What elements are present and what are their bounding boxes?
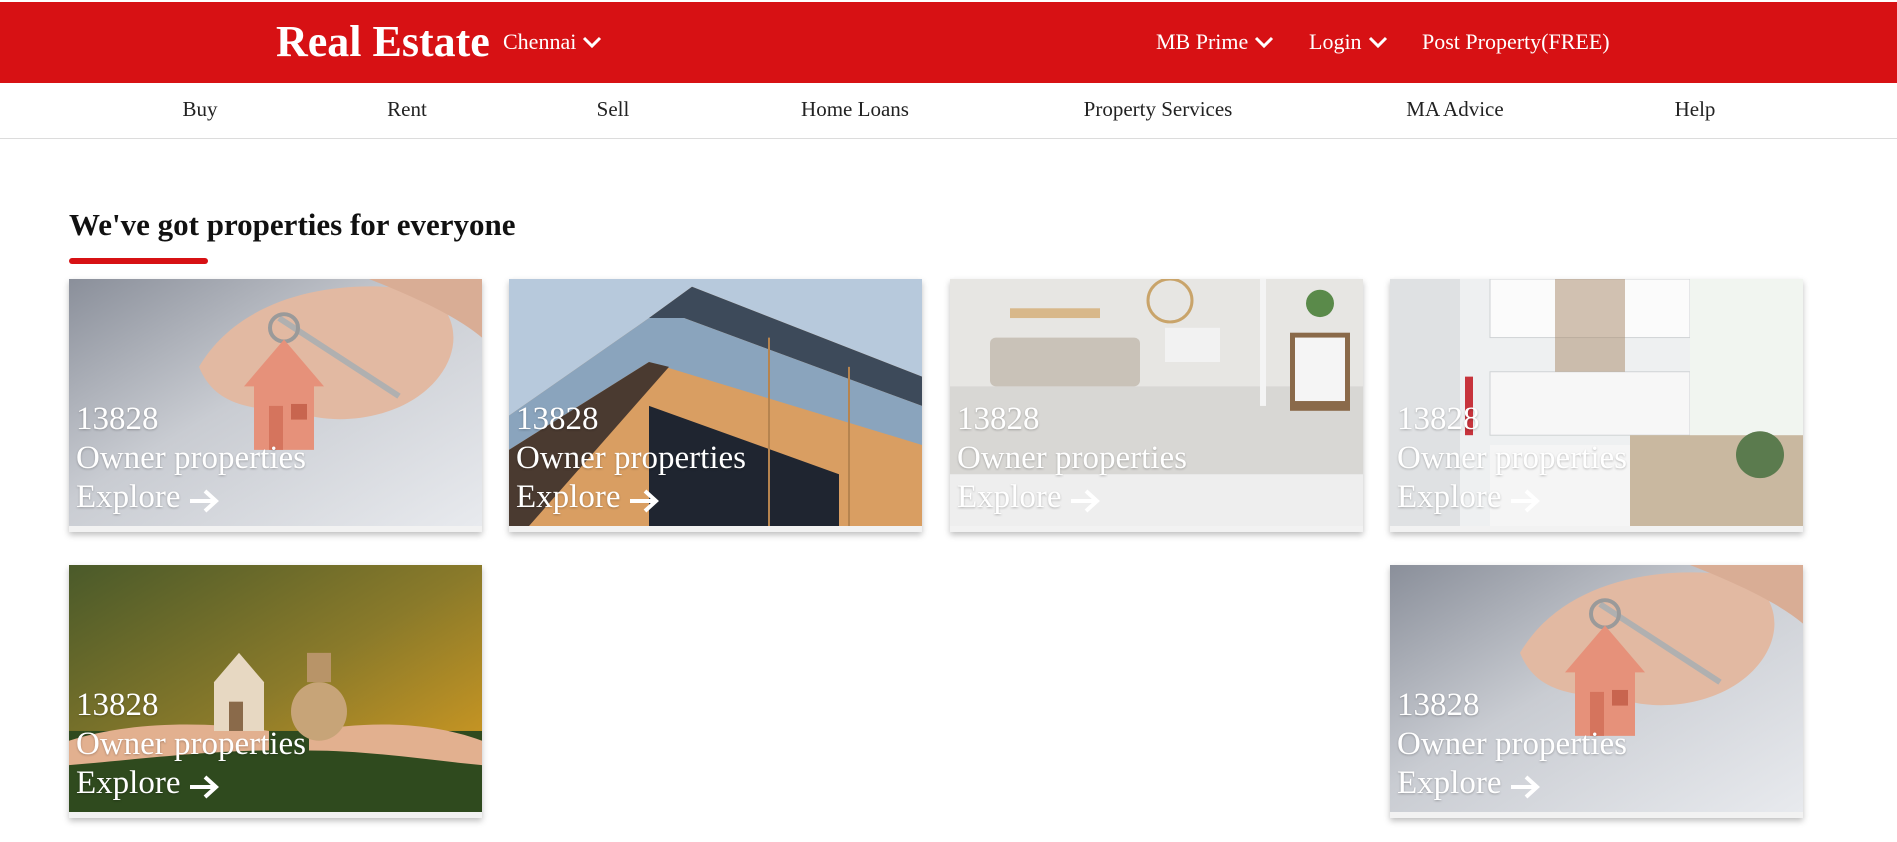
explore-label: Explore	[1397, 479, 1502, 515]
property-card[interactable]: 13828 Owner properties Explore	[1390, 279, 1803, 532]
card-text: 13828 Owner properties Explore	[1397, 686, 1627, 803]
title-underline	[69, 258, 208, 264]
card-label: Owner properties	[957, 440, 1188, 476]
chevron-down-icon	[1254, 35, 1274, 49]
login-label: Login	[1309, 29, 1362, 54]
explore-link[interactable]: Explore	[76, 478, 306, 517]
nav-item-property-services[interactable]: Property Services	[1084, 97, 1233, 122]
card-text: 13828 Owner properties Explore	[957, 400, 1187, 517]
card-text: 13828 Owner properties Explore	[76, 686, 306, 803]
login-menu[interactable]: Login	[1309, 29, 1388, 55]
arrow-right-icon	[1509, 771, 1541, 798]
card-label: Owner properties	[76, 440, 307, 476]
card-count: 13828	[76, 401, 159, 437]
nav-item-help[interactable]: Help	[1675, 97, 1716, 122]
city-selector[interactable]: Chennai	[503, 29, 602, 55]
explore-label: Explore	[76, 479, 181, 515]
explore-label: Explore	[76, 765, 181, 801]
chevron-down-icon	[582, 35, 602, 49]
card-label: Owner properties	[1397, 440, 1628, 476]
card-label: Owner properties	[1397, 726, 1628, 762]
city-label: Chennai	[503, 29, 577, 54]
explore-link[interactable]: Explore	[957, 478, 1187, 517]
card-text: 13828 Owner properties Explore	[76, 400, 306, 517]
arrow-right-icon	[188, 771, 220, 798]
card-label: Owner properties	[516, 440, 747, 476]
explore-link[interactable]: Explore	[1397, 478, 1627, 517]
arrow-right-icon	[1069, 485, 1101, 512]
chevron-down-icon	[1368, 35, 1388, 49]
nav-item-sell[interactable]: Sell	[597, 97, 630, 122]
explore-label: Explore	[1397, 765, 1502, 801]
card-count: 13828	[76, 687, 159, 723]
arrow-right-icon	[628, 485, 660, 512]
card-count: 13828	[957, 401, 1040, 437]
card-text: 13828 Owner properties Explore	[516, 400, 746, 517]
property-card[interactable]: 13828 Owner properties Explore	[509, 279, 922, 532]
nav-item-rent[interactable]: Rent	[387, 97, 427, 122]
property-card[interactable]: 13828 Owner properties Explore	[1390, 565, 1803, 818]
property-card[interactable]: 13828 Owner properties Explore	[69, 279, 482, 532]
arrow-right-icon	[188, 485, 220, 512]
property-card[interactable]: 13828 Owner properties Explore	[69, 565, 482, 818]
nav-item-home-loans[interactable]: Home Loans	[801, 97, 909, 122]
explore-link[interactable]: Explore	[1397, 764, 1627, 803]
card-count: 13828	[1397, 401, 1480, 437]
property-card[interactable]: 13828 Owner properties Explore	[950, 279, 1363, 532]
mb-prime-menu[interactable]: MB Prime	[1156, 29, 1274, 55]
nav-item-buy[interactable]: Buy	[182, 97, 217, 122]
explore-label: Explore	[957, 479, 1062, 515]
card-count: 13828	[1397, 687, 1480, 723]
post-property-label: Post Property(FREE)	[1422, 29, 1610, 54]
post-property-link[interactable]: Post Property(FREE)	[1422, 29, 1610, 55]
brand-logo[interactable]: Real Estate	[276, 16, 490, 67]
nav-item-ma-advice[interactable]: MA Advice	[1406, 97, 1503, 122]
top-header: Real Estate Chennai MB Prime Login Post …	[0, 2, 1897, 83]
card-count: 13828	[516, 401, 599, 437]
explore-link[interactable]: Explore	[76, 764, 306, 803]
card-label: Owner properties	[76, 726, 307, 762]
arrow-right-icon	[1509, 485, 1541, 512]
section-title: We've got properties for everyone	[69, 207, 516, 242]
card-text: 13828 Owner properties Explore	[1397, 400, 1627, 517]
explore-link[interactable]: Explore	[516, 478, 746, 517]
main-nav: Buy Rent Sell Home Loans Property Servic…	[0, 83, 1897, 139]
explore-label: Explore	[516, 479, 621, 515]
mb-prime-label: MB Prime	[1156, 29, 1249, 54]
